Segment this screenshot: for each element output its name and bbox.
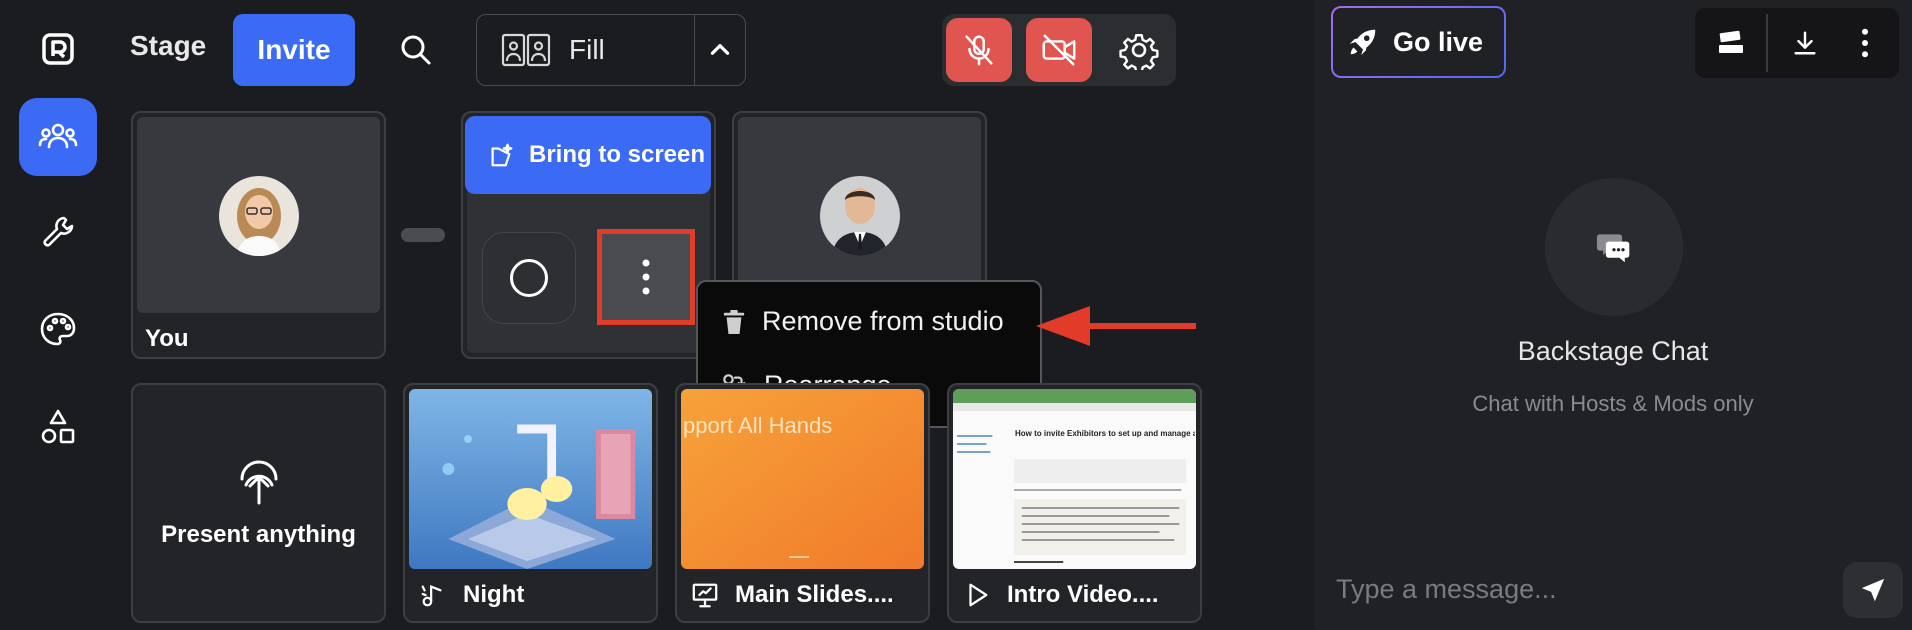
media-label: Night (419, 581, 524, 609)
logo-icon (42, 33, 74, 65)
play-icon (969, 583, 988, 607)
circle-icon (510, 259, 548, 297)
rail-tools-button[interactable] (19, 193, 97, 271)
media-label: Intro Video.... (963, 581, 1159, 609)
upload-icon (240, 460, 278, 505)
avatar-woman-image (219, 176, 299, 256)
layout-split-icon (501, 33, 551, 67)
media-tile-main-slides[interactable]: pport All Hands Main Slides.... (675, 383, 930, 623)
music-note-icon (421, 584, 442, 607)
message-input[interactable] (1336, 574, 1816, 605)
camera-toggle-button[interactable] (1026, 18, 1092, 82)
chat-title: Backstage Chat (1517, 336, 1709, 366)
present-anything-label: Present anything (161, 521, 356, 548)
mic-toggle-button[interactable] (946, 18, 1012, 82)
chevron-up-icon (710, 44, 730, 55)
presentation-icon (692, 583, 718, 608)
night-thumbnail-image (409, 389, 652, 569)
banner-icon (1719, 30, 1743, 53)
more-vertical-icon (642, 259, 650, 295)
settings-button[interactable] (1106, 18, 1172, 82)
go-live-button[interactable]: Go live (1331, 6, 1506, 78)
search-icon (401, 35, 431, 65)
rail-brand-button[interactable] (19, 290, 97, 368)
media-label-text: Main Slides.... (735, 581, 894, 608)
avatar (820, 176, 900, 256)
trash-icon (723, 309, 745, 334)
shapes-icon (41, 409, 75, 444)
night-thumbnail (409, 389, 652, 569)
menu-item-remove-from-studio[interactable]: Remove from studio (722, 306, 1004, 337)
send-icon (1861, 578, 1885, 602)
slide-text: pport All Hands (683, 413, 833, 438)
avatar-man-image (820, 176, 900, 256)
hand-sparkle-icon (491, 143, 513, 167)
rail-people-button[interactable] (19, 98, 97, 176)
record-toggle-button[interactable] (482, 232, 576, 324)
layout-selector[interactable]: Fill (476, 14, 746, 86)
document-thumbnail-image (953, 389, 1196, 563)
more-vertical-icon (1861, 28, 1869, 58)
bring-to-screen-button[interactable]: Bring to screen (465, 116, 711, 194)
chat-illustration (1545, 178, 1683, 316)
banner-button[interactable] (1711, 23, 1751, 63)
send-button[interactable] (1843, 562, 1903, 618)
camera-off-icon (1042, 34, 1076, 66)
media-controls (942, 14, 1176, 86)
stage-label[interactable]: Stage (130, 30, 206, 62)
media-label-text: Intro Video.... (1007, 581, 1159, 608)
menu-item-label: Remove from studio (762, 306, 1004, 336)
participant-tile-you[interactable]: You (131, 111, 386, 359)
people-icon (38, 123, 78, 149)
palette-icon (40, 312, 76, 346)
search-button[interactable] (396, 30, 436, 70)
media-tile-night[interactable]: Night (403, 383, 658, 623)
rail-elements-button[interactable] (19, 388, 97, 466)
video-thumbnail: How to invite Exhibitors to set up and m… (953, 389, 1196, 569)
media-label-text: Night (463, 581, 525, 608)
avatar (219, 176, 299, 256)
left-rail (0, 0, 118, 630)
toolbar-divider (1766, 14, 1768, 72)
app-logo[interactable] (19, 10, 97, 88)
layout-current[interactable]: Fill (477, 15, 695, 85)
panel-more-button[interactable] (1845, 23, 1885, 63)
gear-icon (1119, 34, 1159, 70)
present-anything-tile[interactable]: Present anything (131, 383, 386, 623)
slides-thumbnail: pport All Hands (681, 389, 924, 569)
download-button[interactable] (1785, 23, 1825, 63)
rocket-icon (1349, 29, 1376, 56)
participant-name: You (145, 325, 189, 352)
go-live-label: Go live (1393, 26, 1484, 57)
annotation-arrow-icon (1036, 306, 1196, 346)
bring-to-screen-label: Bring to screen (529, 141, 706, 168)
participant-more-button[interactable] (597, 229, 695, 325)
tile-divider (401, 228, 445, 242)
chat-subtitle: Chat with Hosts & Mods only (1472, 391, 1754, 416)
media-label: Main Slides.... (691, 581, 894, 609)
download-icon (1794, 31, 1816, 55)
wrench-icon (43, 216, 74, 247)
chat-bubbles-icon (1596, 234, 1630, 263)
layout-dropdown-toggle[interactable] (695, 15, 745, 85)
doc-title: How to invite Exhibitors to set up and m… (1015, 429, 1195, 438)
layout-label: Fill (569, 34, 605, 65)
media-tile-intro-video[interactable]: How to invite Exhibitors to set up and m… (947, 383, 1202, 623)
invite-button[interactable]: Invite (233, 14, 355, 86)
panel-toolbar (1695, 8, 1899, 78)
mic-off-icon (965, 35, 993, 66)
